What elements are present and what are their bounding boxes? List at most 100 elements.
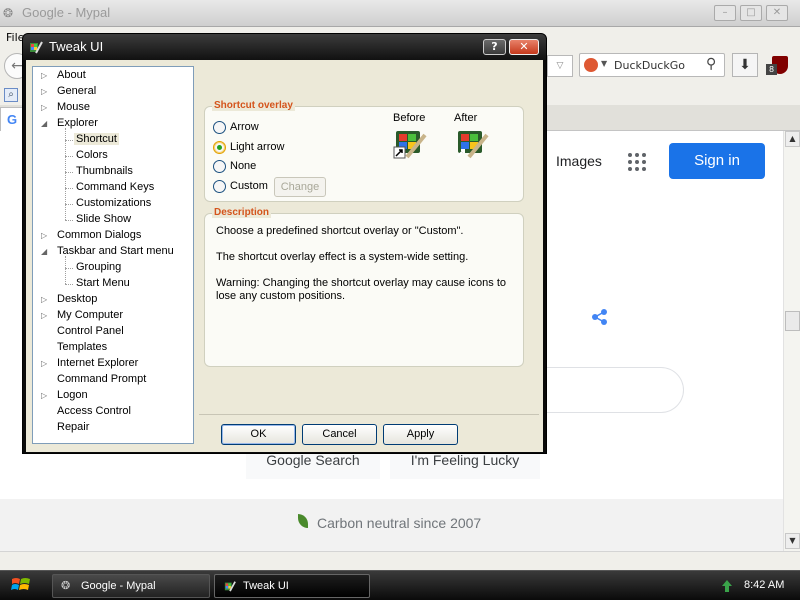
chevron-down-icon: ▼ <box>601 59 608 68</box>
tree-item-label: Shortcut <box>74 133 119 145</box>
scroll-up-icon[interactable]: ▲ <box>785 131 800 147</box>
share-icon[interactable] <box>591 308 609 326</box>
tree-item-label: Command Keys <box>76 181 155 193</box>
tree-item-control-panel[interactable]: Control Panel <box>55 324 126 339</box>
tree-item-repair[interactable]: Repair <box>55 420 91 435</box>
tree-item-label: Command Prompt <box>57 373 147 385</box>
page-footer: Carbon neutral since 2007 <box>0 499 783 551</box>
tree-expand-icon[interactable]: ▷ <box>41 292 50 307</box>
tree-expand-icon[interactable]: ▷ <box>41 388 50 403</box>
task-mypal[interactable]: ❂ Google - Mypal <box>52 574 210 598</box>
tree-expand-icon[interactable]: ▷ <box>41 68 50 83</box>
tree-item-explorer[interactable]: ◢ Explorer <box>41 116 100 131</box>
radio-custom-label: Custom <box>230 180 268 192</box>
radio-light-arrow-label: Light arrow <box>230 141 285 153</box>
tree-expand-icon[interactable]: ▷ <box>41 308 50 323</box>
tree-item-start-menu[interactable]: Start Menu <box>74 276 132 291</box>
description-title: Description <box>212 207 272 218</box>
description-line-2: The shortcut overlay effect is a system-… <box>216 251 469 263</box>
search-icon[interactable]: ⚲ <box>706 56 716 72</box>
tree-item-colors[interactable]: Colors <box>74 148 110 163</box>
tree-collapse-icon[interactable]: ◢ <box>41 116 50 131</box>
before-label: Before <box>393 112 426 124</box>
tray-recycle-icon[interactable] <box>720 579 734 593</box>
url-dropdown-icon[interactable]: ▽ <box>547 55 573 77</box>
tree-item-shortcut[interactable]: Shortcut <box>74 132 119 147</box>
tree-item-taskbar-and-start-menu[interactable]: ◢ Taskbar and Start menu <box>41 244 176 259</box>
scroll-thumb[interactable] <box>785 311 800 331</box>
duckduckgo-icon <box>584 58 598 72</box>
sign-in-button[interactable]: Sign in <box>669 143 765 179</box>
ublock-icon[interactable]: 8 <box>766 54 790 78</box>
search-input[interactable]: ▼ DuckDuckGo ⚲ <box>579 53 725 77</box>
tree-item-label: Internet Explorer <box>57 357 139 369</box>
tree-item-slide-show[interactable]: Slide Show <box>74 212 133 227</box>
browser-titlebar[interactable]: ❂ Google - Mypal – □ ✕ <box>0 0 800 27</box>
tree-item-command-prompt[interactable]: Command Prompt <box>55 372 148 387</box>
tree-item-grouping[interactable]: Grouping <box>74 260 123 275</box>
tree-item-label: Repair <box>57 421 90 433</box>
tree-item-label: Taskbar and Start menu <box>57 245 174 257</box>
google-search-field[interactable] <box>530 367 684 413</box>
windows-logo-icon <box>11 578 30 590</box>
tree-item-general[interactable]: ▷ General <box>41 84 98 99</box>
dialog-close-button[interactable]: ✕ <box>509 39 539 55</box>
tree-item-label: Access Control <box>57 405 131 417</box>
download-icon[interactable]: ⬇ <box>732 53 758 77</box>
bookmark-search-icon[interactable]: ⌕ <box>4 88 18 102</box>
tree-expand-icon[interactable]: ▷ <box>41 84 50 99</box>
page-scrollbar[interactable]: ▲ ▼ <box>783 131 800 551</box>
tree-item-access-control[interactable]: Access Control <box>55 404 133 419</box>
radio-arrow-circle[interactable] <box>213 121 226 134</box>
mypal-icon: ❂ <box>3 6 14 20</box>
radio-none-circle[interactable] <box>213 160 226 173</box>
tree-item-label: My Computer <box>57 309 124 321</box>
minimize-button[interactable]: – <box>714 5 736 21</box>
shortcut-panel: Shortcut overlay Arrow Light arrow None … <box>199 66 539 408</box>
tree-item-thumbnails[interactable]: Thumbnails <box>74 164 135 179</box>
cancel-button[interactable]: Cancel <box>302 424 377 445</box>
task-mypal-label: Google - Mypal <box>81 580 156 592</box>
tree-item-label: About <box>57 69 86 81</box>
images-link[interactable]: Images <box>556 153 602 169</box>
tree-item-about[interactable]: ▷ About <box>41 68 88 83</box>
tree-item-label: General <box>57 85 97 97</box>
status-bar <box>0 551 800 570</box>
tree-item-command-keys[interactable]: Command Keys <box>74 180 156 195</box>
tree-item-customizations[interactable]: Customizations <box>74 196 153 211</box>
dialog-title: Tweak UI <box>49 39 104 54</box>
scroll-down-icon[interactable]: ▼ <box>785 533 800 549</box>
tree-item-mouse[interactable]: ▷ Mouse <box>41 100 92 115</box>
task-tweak-ui[interactable]: Tweak UI <box>214 574 370 598</box>
ublock-badge: 8 <box>766 64 777 75</box>
radio-light-arrow-circle[interactable] <box>213 141 226 154</box>
tree-expand-icon[interactable]: ▷ <box>41 100 50 115</box>
dialog-titlebar[interactable]: Tweak UI ? ✕ <box>23 34 546 60</box>
tree-expand-icon[interactable]: ▷ <box>41 228 50 243</box>
apply-button[interactable]: Apply <box>383 424 458 445</box>
tree-collapse-icon[interactable]: ◢ <box>41 244 50 259</box>
taskbar: ❂ Google - Mypal Tweak UI 8:42 AM <box>0 570 800 600</box>
settings-tree[interactable]: ▷ About ▷ General ▷ Mouse ◢ Explorer Shortcut Col… <box>32 66 194 444</box>
tree-item-internet-explorer[interactable]: ▷ Internet Explorer <box>41 356 140 371</box>
description-line-3: Warning: Changing the shortcut overlay m… <box>216 277 507 302</box>
after-label: After <box>454 112 478 124</box>
close-button[interactable]: ✕ <box>766 5 788 21</box>
tree-item-label: Customizations <box>76 197 152 209</box>
tree-item-logon[interactable]: ▷ Logon <box>41 388 90 403</box>
radio-custom-circle[interactable] <box>213 180 226 193</box>
tree-connector <box>65 256 66 284</box>
tree-item-common-dialogs[interactable]: ▷ Common Dialogs <box>41 228 143 243</box>
tree-item-my-computer[interactable]: ▷ My Computer <box>41 308 125 323</box>
help-button[interactable]: ? <box>483 39 506 55</box>
maximize-button[interactable]: □ <box>740 5 762 21</box>
tree-expand-icon[interactable]: ▷ <box>41 356 50 371</box>
start-button[interactable] <box>0 571 50 600</box>
apps-grid-icon[interactable] <box>628 153 646 171</box>
tree-item-desktop[interactable]: ▷ Desktop <box>41 292 99 307</box>
tree-item-templates[interactable]: Templates <box>55 340 109 355</box>
ok-button[interactable]: OK <box>221 424 296 445</box>
browser-title: Google - Mypal <box>22 5 111 20</box>
shortcut-overlay-group: Shortcut overlay Arrow Light arrow None … <box>204 100 524 202</box>
clock: 8:42 AM <box>744 579 785 591</box>
